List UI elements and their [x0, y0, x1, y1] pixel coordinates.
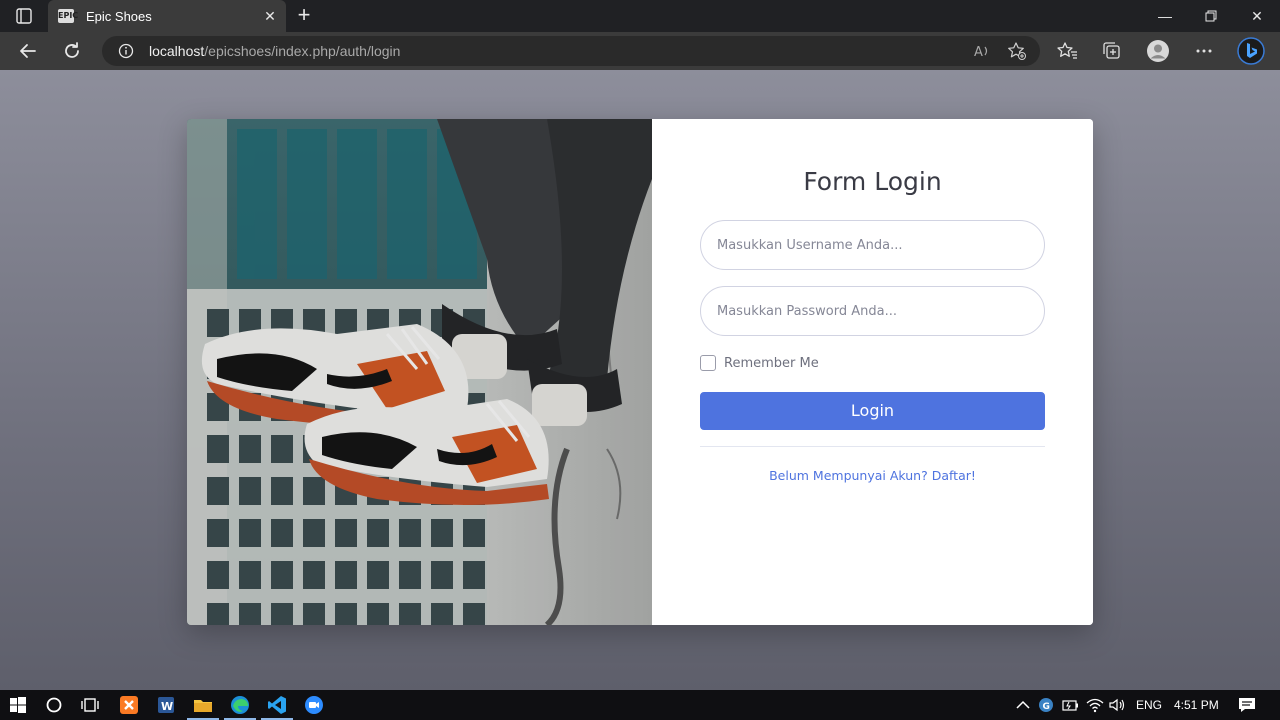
- profile-avatar-icon[interactable]: [1146, 39, 1169, 62]
- url-text: localhost/epicshoes/index.php/auth/login: [149, 43, 400, 59]
- login-button[interactable]: Login: [700, 392, 1045, 430]
- clock[interactable]: 4:51 PM: [1174, 698, 1219, 712]
- collections-icon[interactable]: [1101, 40, 1123, 62]
- register-link[interactable]: Belum Mempunyai Akun? Daftar!: [652, 468, 1093, 483]
- username-input[interactable]: [700, 220, 1045, 270]
- page-background: Form Login Remember Me Login Belum Mempu…: [0, 70, 1280, 690]
- remember-me-checkbox[interactable]: [700, 355, 716, 371]
- tab-actions-icon[interactable]: [12, 6, 36, 26]
- browser-nav-bar: localhost/epicshoes/index.php/auth/login…: [0, 32, 1280, 70]
- tab-favicon-icon: EPIC: [58, 9, 78, 23]
- tray-app-icon[interactable]: G: [1035, 694, 1057, 716]
- file-explorer-icon[interactable]: [192, 694, 214, 716]
- wifi-icon[interactable]: [1084, 694, 1106, 716]
- language-indicator[interactable]: ENG: [1136, 698, 1162, 712]
- site-info-icon[interactable]: [118, 43, 134, 59]
- taskbar: W G ENG 4:51 PM: [0, 690, 1280, 720]
- svg-text:G: G: [1043, 702, 1050, 712]
- show-hidden-icons-icon[interactable]: [1012, 694, 1034, 716]
- notifications-icon[interactable]: [1236, 694, 1258, 716]
- form-title: Form Login: [803, 167, 942, 196]
- tab-title: Epic Shoes: [86, 8, 152, 24]
- back-icon[interactable]: [15, 39, 41, 63]
- task-view-icon[interactable]: [79, 694, 101, 716]
- new-tab-icon[interactable]: +: [292, 4, 316, 28]
- shoes-photo: [187, 119, 652, 625]
- add-favorite-icon[interactable]: [1007, 41, 1027, 61]
- form-divider: [700, 446, 1045, 447]
- login-form-panel: Form Login Remember Me Login Belum Mempu…: [652, 119, 1093, 625]
- read-aloud-icon[interactable]: A: [972, 41, 992, 61]
- remember-me-label[interactable]: Remember Me: [724, 356, 819, 371]
- minimize-icon[interactable]: —: [1142, 0, 1188, 32]
- browser-tab[interactable]: EPIC Epic Shoes ✕: [48, 0, 286, 32]
- more-options-icon[interactable]: [1193, 40, 1215, 62]
- xampp-icon[interactable]: [118, 694, 140, 716]
- url-host: localhost: [149, 43, 205, 59]
- url-path: /epicshoes/index.php/auth/login: [204, 43, 401, 59]
- edge-icon[interactable]: [229, 694, 251, 716]
- browser-tab-bar: EPIC Epic Shoes ✕ + — ✕: [0, 0, 1280, 32]
- start-icon[interactable]: [7, 694, 29, 716]
- vscode-icon[interactable]: [266, 694, 288, 716]
- battery-icon[interactable]: [1059, 694, 1081, 716]
- svg-text:A: A: [974, 45, 983, 60]
- volume-icon[interactable]: [1106, 694, 1128, 716]
- remember-me-row[interactable]: Remember Me: [700, 355, 819, 371]
- favorites-icon[interactable]: [1057, 40, 1079, 62]
- zoom-icon[interactable]: [303, 694, 325, 716]
- cortana-icon[interactable]: [43, 694, 65, 716]
- word-icon[interactable]: W: [155, 694, 177, 716]
- restore-icon[interactable]: [1188, 0, 1234, 32]
- close-window-icon[interactable]: ✕: [1234, 0, 1280, 32]
- login-card: Form Login Remember Me Login Belum Mempu…: [187, 119, 1093, 625]
- address-bar[interactable]: localhost/epicshoes/index.php/auth/login…: [102, 36, 1040, 66]
- tab-close-icon[interactable]: ✕: [260, 6, 280, 26]
- bing-copilot-icon[interactable]: [1237, 37, 1265, 65]
- refresh-icon[interactable]: [59, 39, 85, 63]
- password-input[interactable]: [700, 286, 1045, 336]
- svg-text:W: W: [161, 700, 173, 713]
